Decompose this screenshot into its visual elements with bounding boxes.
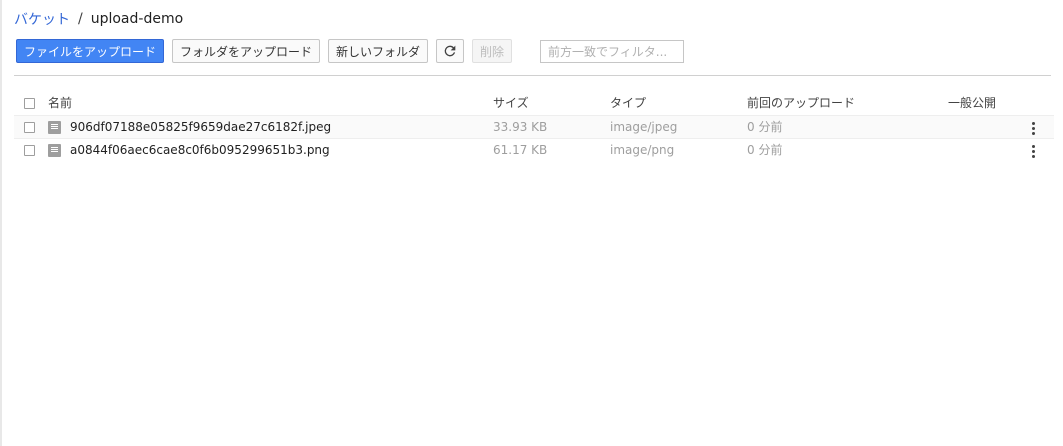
- table-header: 名前 サイズ タイプ 前回のアップロード 一般公開: [14, 92, 1054, 115]
- file-size: 61.17 KB: [493, 143, 548, 157]
- more-vert-icon[interactable]: [1030, 144, 1038, 158]
- column-header-type[interactable]: タイプ: [610, 92, 646, 115]
- toolbar: ファイルをアップロード フォルダをアップロード 新しいフォルダ 削除: [14, 39, 1054, 63]
- column-header-public: 一般公開: [948, 96, 997, 110]
- breadcrumb-separator: /: [78, 11, 83, 27]
- storage-browser: バケット / upload-demo ファイルをアップロード フォルダをアップロ…: [0, 0, 1063, 446]
- file-size: 33.93 KB: [493, 120, 548, 134]
- select-all-checkbox[interactable]: [24, 98, 35, 109]
- file-last-upload: 0 分前: [747, 120, 783, 134]
- upload-folder-button[interactable]: フォルダをアップロード: [172, 39, 320, 63]
- delete-button[interactable]: 削除: [472, 39, 512, 63]
- column-header-name[interactable]: 名前: [48, 92, 72, 115]
- refresh-icon: [444, 45, 456, 57]
- file-name-link[interactable]: 906df07188e05825f9659dae27c6182f.jpeg: [70, 116, 331, 139]
- refresh-button[interactable]: [436, 39, 464, 63]
- row-checkbox[interactable]: [24, 145, 35, 156]
- table-row[interactable]: a0844f06aec6cae8c0f6b095299651b3.png 61.…: [14, 138, 1054, 161]
- breadcrumb: バケット / upload-demo: [14, 9, 183, 29]
- object-table: 名前 サイズ タイプ 前回のアップロード 一般公開 906df07188e058…: [14, 92, 1054, 161]
- new-folder-button[interactable]: 新しいフォルダ: [328, 39, 428, 63]
- filter-input[interactable]: [540, 40, 684, 63]
- column-header-size[interactable]: サイズ: [493, 92, 529, 115]
- toolbar-divider: [14, 75, 1051, 76]
- row-checkbox[interactable]: [24, 122, 35, 133]
- column-header-last-upload[interactable]: 前回のアップロード: [747, 92, 855, 115]
- file-type: image/png: [610, 143, 675, 157]
- file-icon: [48, 121, 61, 134]
- file-name-link[interactable]: a0844f06aec6cae8c0f6b095299651b3.png: [70, 139, 330, 162]
- more-vert-icon[interactable]: [1030, 121, 1038, 135]
- table-row[interactable]: 906df07188e05825f9659dae27c6182f.jpeg 33…: [14, 115, 1054, 138]
- breadcrumb-bucket-link[interactable]: バケット: [14, 9, 70, 29]
- file-type: image/jpeg: [610, 120, 678, 134]
- file-last-upload: 0 分前: [747, 143, 783, 157]
- breadcrumb-current: upload-demo: [90, 11, 184, 27]
- file-icon: [48, 144, 61, 157]
- upload-files-button[interactable]: ファイルをアップロード: [16, 39, 164, 63]
